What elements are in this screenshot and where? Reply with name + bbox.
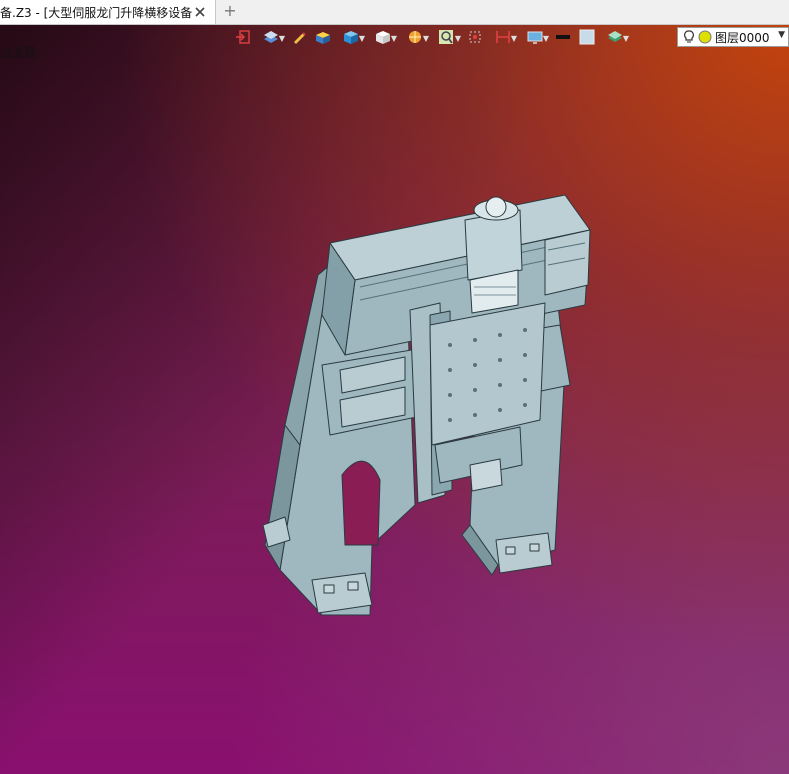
gantry-model[interactable] <box>0 25 789 774</box>
3d-viewport[interactable]: 过滤器: ▼ ▼ ▼ ▼ ▼ ▼ ▼ ▼ 图层0000 ▼ <box>0 25 789 774</box>
close-icon[interactable] <box>193 5 207 19</box>
document-tab-title: 备.Z3 - [大型伺服龙门升降横移设备] <box>0 5 192 20</box>
new-tab-button[interactable]: + <box>222 3 238 19</box>
tab-bar: 备.Z3 - [大型伺服龙门升降横移设备] + <box>0 0 789 25</box>
document-tab[interactable]: 备.Z3 - [大型伺服龙门升降横移设备] <box>0 0 216 24</box>
